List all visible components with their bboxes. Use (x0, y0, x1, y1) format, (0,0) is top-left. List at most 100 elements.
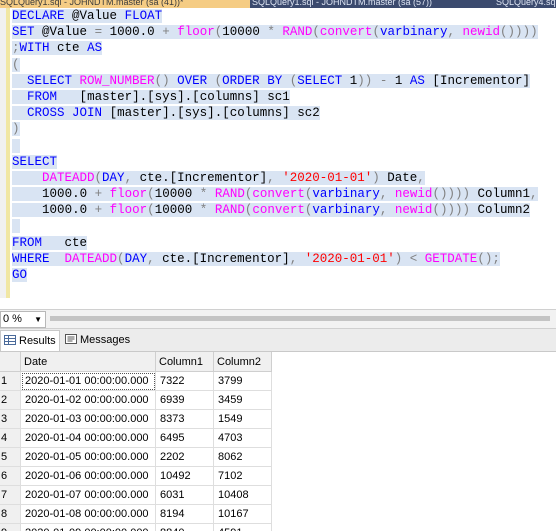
code-line[interactable]: GO (12, 267, 556, 283)
table-row[interactable]: 3 2020-01-03 00:00:00.000 8373 1549 (0, 409, 272, 429)
table-row[interactable]: 92020-01-09 00:00:00.00088404591 (0, 523, 272, 531)
code-line[interactable]: 1000.0 + floor(10000 * RAND(convert(varb… (12, 186, 556, 202)
cell-column1[interactable]: 6031 (155, 485, 214, 505)
code-line[interactable]: FROM cte (12, 235, 556, 251)
code-line[interactable]: SELECT ROW_NUMBER() OVER (ORDER BY (SELE… (12, 73, 556, 89)
cell-column1[interactable]: 8373 (155, 409, 214, 429)
column-header-column1[interactable]: Column1 (155, 352, 214, 372)
cell-date[interactable]: 2020-01-08 00:00:00.000 (20, 504, 156, 524)
horizontal-scrollbar[interactable] (50, 316, 550, 321)
table-row[interactable]: 8 2020-01-08 00:00:00.000 8194 10167 (0, 504, 272, 524)
tab-sqlquery1-active[interactable]: SQLQuery1.sql - JOHNDTM.master (sa (41))… (0, 0, 250, 8)
code-line-text (12, 219, 20, 234)
cell-date[interactable]: 2020-01-07 00:00:00.000 (20, 485, 156, 505)
column-header-column2[interactable]: Column2 (213, 352, 272, 372)
code-line[interactable]: 1000.0 + floor(10000 * RAND(convert(varb… (12, 202, 556, 218)
code-line[interactable] (12, 218, 556, 234)
row-number[interactable]: 7 (0, 485, 21, 505)
tab-messages[interactable]: Messages (62, 330, 142, 350)
code-line[interactable]: ) (12, 121, 556, 137)
code-line-text: FROM [master].[sys].[columns] sc1 (12, 89, 290, 104)
code-line-text: FROM cte (12, 235, 88, 250)
code-line-text (12, 138, 20, 153)
table-row[interactable]: 5 2020-01-05 00:00:00.000 2202 8062 (0, 447, 272, 467)
cell-date[interactable]: 2020-01-01 00:00:00.000 (20, 371, 156, 391)
code-line-text: WHERE DATEADD(DAY, cte.[Incrementor], '2… (12, 251, 500, 266)
row-number[interactable]: 8 (0, 504, 21, 524)
code-line[interactable]: CROSS JOIN [master].[sys].[columns] sc2 (12, 105, 556, 121)
cell-column1[interactable]: 2202 (155, 447, 214, 467)
cell-column1[interactable]: 7322 (155, 371, 214, 391)
code-line[interactable] (12, 138, 556, 154)
editor-status-bar: 0 % ▼ (0, 309, 556, 329)
change-tracking-bar (6, 8, 10, 298)
cell-column1[interactable]: 8194 (155, 504, 214, 524)
tab-messages-label: Messages (80, 334, 131, 346)
row-number[interactable]: 3 (0, 409, 21, 429)
tab-results[interactable]: Results (0, 330, 60, 351)
code-line-text: CROSS JOIN [master].[sys].[columns] sc2 (12, 106, 320, 121)
row-number[interactable]: 6 (0, 466, 21, 486)
code-line[interactable]: FROM [master].[sys].[columns] sc1 (12, 89, 556, 105)
sql-code[interactable]: DECLARE @Value FLOAT SET @Value = 1000.0 … (12, 8, 556, 283)
cell-column1[interactable]: 6939 (155, 390, 214, 410)
row-number[interactable]: 4 (0, 428, 21, 448)
cell-column1[interactable]: 10492 (155, 466, 214, 486)
code-line[interactable]: SET @Value = 1000.0 + floor(10000 * RAND… (12, 24, 556, 40)
table-row[interactable]: 6 2020-01-06 00:00:00.000 10492 7102 (0, 466, 272, 486)
code-line-text: SELECT (12, 154, 58, 169)
tab-sqlquery4[interactable]: SQLQuery4.sql (496, 0, 556, 8)
code-line-text: DATEADD(DAY, cte.[Incrementor], '2020-01… (12, 170, 425, 185)
code-line-text: ) (12, 122, 20, 137)
results-tab-bar: Results Messages (0, 329, 556, 352)
row-number[interactable]: 2 (0, 390, 21, 410)
cell-column2[interactable]: 3799 (213, 371, 272, 391)
code-line-text: GO (12, 268, 28, 282)
messages-icon (65, 334, 77, 344)
cell-column2[interactable]: 7102 (213, 466, 272, 486)
cell-column2[interactable]: 4703 (213, 428, 272, 448)
cell-column1[interactable]: 8840 (155, 523, 214, 531)
cell-date[interactable]: 2020-01-03 00:00:00.000 (20, 409, 156, 429)
table-row[interactable]: 7 2020-01-07 00:00:00.000 6031 10408 (0, 485, 272, 505)
code-line[interactable]: WHERE DATEADD(DAY, cte.[Incrementor], '2… (12, 251, 556, 267)
tab-sqlquery1[interactable]: SQLQuery1.sql - JOHNDTM.master (sa (57)) (252, 0, 438, 8)
cell-date[interactable]: 2020-01-06 00:00:00.000 (20, 466, 156, 486)
results-grid[interactable]: Date Column1 Column2 1 2020-01-01 00:00:0… (0, 352, 556, 531)
code-line[interactable]: DECLARE @Value FLOAT (12, 8, 556, 24)
row-number[interactable]: 9 (0, 523, 21, 531)
row-number[interactable]: 5 (0, 447, 21, 467)
cell-column2[interactable]: 10408 (213, 485, 272, 505)
row-number[interactable]: 1 (0, 371, 21, 391)
code-line[interactable]: ( (12, 57, 556, 73)
code-line-text: DECLARE @Value FLOAT (12, 9, 163, 23)
cell-column1[interactable]: 6495 (155, 428, 214, 448)
zoom-value: 0 % (3, 313, 22, 325)
code-line[interactable]: SELECT (12, 154, 556, 170)
column-header-date[interactable]: Date (20, 352, 156, 372)
row-number-header[interactable] (0, 352, 21, 372)
tab-results-label: Results (19, 335, 56, 347)
code-line-text: 1000.0 + floor(10000 * RAND(convert(varb… (12, 203, 531, 218)
table-row[interactable]: 2 2020-01-02 00:00:00.000 6939 3459 (0, 390, 272, 410)
cell-column2[interactable]: 8062 (213, 447, 272, 467)
cell-column2[interactable]: 10167 (213, 504, 272, 524)
cell-column2[interactable]: 1549 (213, 409, 272, 429)
query-editor[interactable]: DECLARE @Value FLOAT SET @Value = 1000.0 … (0, 8, 556, 309)
grid-icon (4, 335, 16, 345)
cell-column2[interactable]: 4591 (213, 523, 272, 531)
table-row[interactable]: 4 2020-01-04 00:00:00.000 6495 4703 (0, 428, 272, 448)
code-line-text: ( (12, 57, 20, 72)
table-row[interactable]: 1 2020-01-01 00:00:00.000 7322 3799 (0, 371, 272, 391)
cell-date[interactable]: 2020-01-09 00:00:00.000 (20, 523, 156, 531)
code-line-text: SET @Value = 1000.0 + floor(10000 * RAND… (12, 25, 538, 40)
zoom-dropdown[interactable]: 0 % ▼ (0, 311, 46, 328)
code-line-text: ;WITH cte AS (12, 41, 103, 56)
cell-date[interactable]: 2020-01-05 00:00:00.000 (20, 447, 156, 467)
cell-date[interactable]: 2020-01-04 00:00:00.000 (20, 428, 156, 448)
cell-date[interactable]: 2020-01-02 00:00:00.000 (20, 390, 156, 410)
code-line-text: 1000.0 + floor(10000 * RAND(convert(varb… (12, 187, 538, 202)
cell-column2[interactable]: 3459 (213, 390, 272, 410)
code-line[interactable]: DATEADD(DAY, cte.[Incrementor], '2020-01… (12, 170, 556, 186)
code-line[interactable]: ;WITH cte AS (12, 40, 556, 56)
